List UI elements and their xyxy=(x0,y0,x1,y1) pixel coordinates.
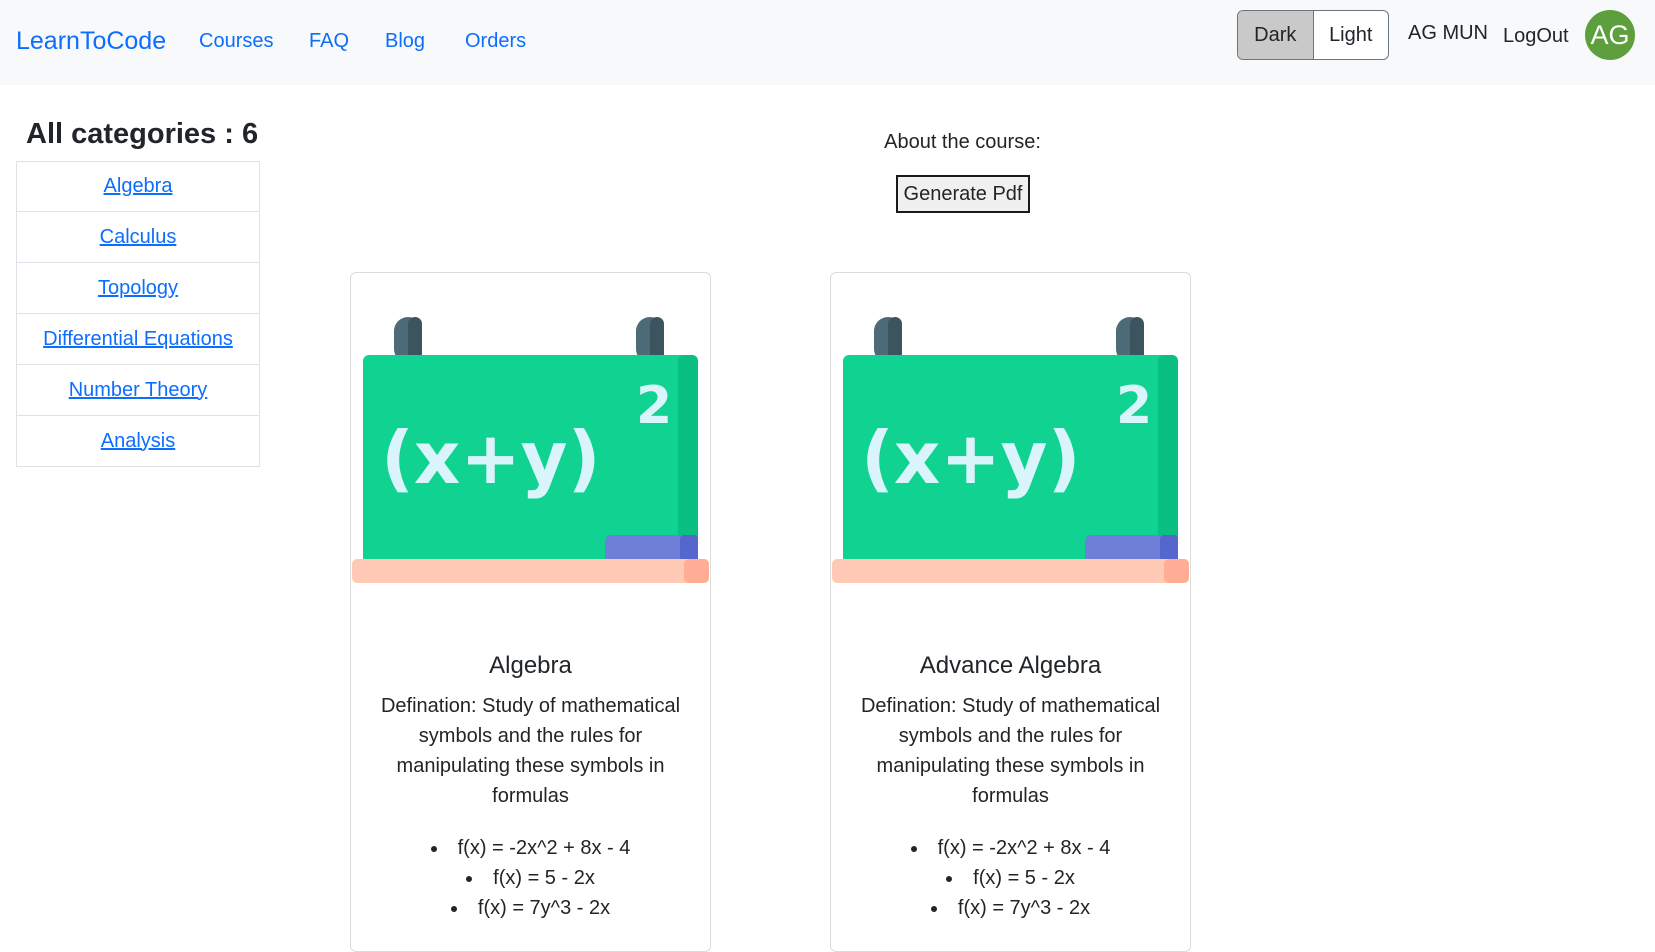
category-link-algebra[interactable]: Algebra xyxy=(104,175,173,198)
light-theme-button[interactable]: Light xyxy=(1314,11,1389,59)
equation-text: (x+y) xyxy=(381,416,601,500)
course-card[interactable]: (x+y) 2 Advance Algebra Defination: Stud… xyxy=(830,272,1191,952)
brand-link[interactable]: LearnToCode xyxy=(16,25,166,57)
equation-text: (x+y) xyxy=(861,416,1081,500)
category-link-calculus[interactable]: Calculus xyxy=(100,226,177,249)
formula-list: f(x) = -2x^2 + 8x - 4 f(x) = 5 - 2x f(x)… xyxy=(351,833,710,923)
equation-exponent: 2 xyxy=(636,376,672,436)
nav-link-blog[interactable]: Blog xyxy=(385,28,425,54)
category-link-topology[interactable]: Topology xyxy=(98,277,178,300)
nav-link-orders[interactable]: Orders xyxy=(465,28,526,54)
course-card[interactable]: (x+y) 2 Algebra Defination: Study of mat… xyxy=(350,272,711,952)
card-description: Defination: Study of mathematical symbol… xyxy=(860,695,1161,807)
formula-item: f(x) = 7y^3 - 2x xyxy=(831,893,1190,923)
user-name: AG MUN xyxy=(1408,22,1488,44)
nav-link-faq[interactable]: FAQ xyxy=(309,28,349,54)
logout-button[interactable]: LogOut xyxy=(1503,23,1569,49)
equation-exponent: 2 xyxy=(1116,376,1152,436)
category-item: Differential Equations xyxy=(16,314,260,365)
navbar: LearnToCode Courses FAQ Blog Orders Dark… xyxy=(0,0,1655,85)
generate-pdf-button[interactable]: Generate Pdf xyxy=(896,175,1030,213)
about-course-text: About the course: xyxy=(884,131,1041,153)
category-item: Algebra xyxy=(16,161,260,212)
category-item: Number Theory xyxy=(16,365,260,416)
formula-item: f(x) = 5 - 2x xyxy=(351,863,710,893)
formula-list: f(x) = -2x^2 + 8x - 4 f(x) = 5 - 2x f(x)… xyxy=(831,833,1190,923)
dark-theme-button[interactable]: Dark xyxy=(1238,11,1314,59)
nav-link-courses[interactable]: Courses xyxy=(199,28,273,54)
card-title: Algebra xyxy=(489,652,572,679)
formula-item: f(x) = 5 - 2x xyxy=(831,863,1190,893)
chalkboard-equation-icon: (x+y) 2 xyxy=(352,317,709,583)
card-description: Defination: Study of mathematical symbol… xyxy=(380,695,681,807)
categories-title: All categories : 6 xyxy=(26,118,259,150)
avatar[interactable]: AG xyxy=(1585,10,1635,60)
card-title: Advance Algebra xyxy=(919,652,1102,679)
category-link-number-theory[interactable]: Number Theory xyxy=(69,379,208,402)
formula-item: f(x) = 7y^3 - 2x xyxy=(351,893,710,923)
category-link-analysis[interactable]: Analysis xyxy=(101,430,175,453)
category-list: Algebra Calculus Topology Differential E… xyxy=(16,161,260,467)
theme-toggle-group: Dark Light xyxy=(1237,10,1389,60)
category-item: Analysis xyxy=(16,416,260,467)
formula-item: f(x) = -2x^2 + 8x - 4 xyxy=(351,833,710,863)
category-item: Topology xyxy=(16,263,260,314)
category-item: Calculus xyxy=(16,212,260,263)
formula-item: f(x) = -2x^2 + 8x - 4 xyxy=(831,833,1190,863)
category-link-differential-equations[interactable]: Differential Equations xyxy=(43,328,233,351)
chalkboard-equation-icon: (x+y) 2 xyxy=(832,317,1189,583)
about-course-label: About the course: xyxy=(855,129,1070,155)
